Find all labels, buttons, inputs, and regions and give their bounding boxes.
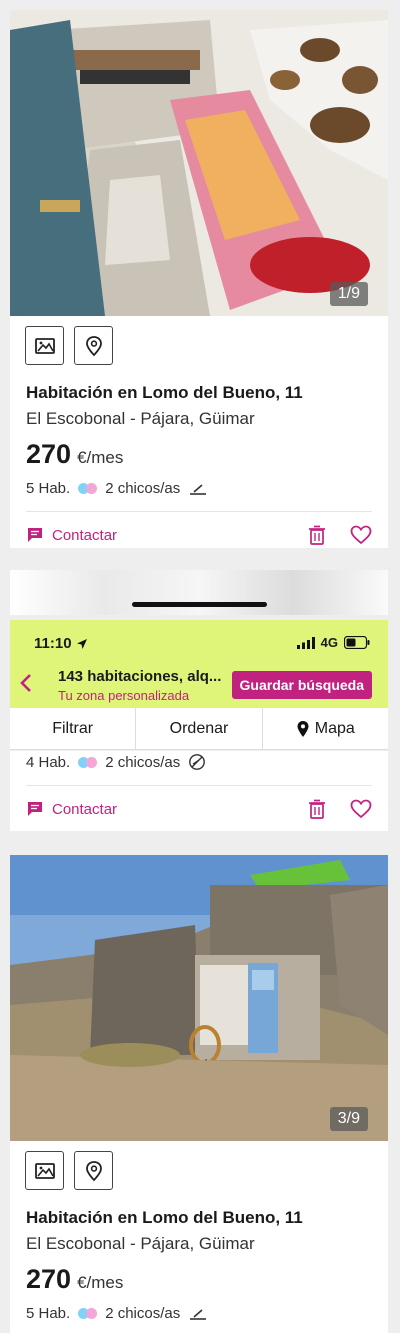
outdoor-photo xyxy=(10,855,388,1141)
back-chevron-icon[interactable] xyxy=(18,672,34,694)
photo-counter: 1/9 xyxy=(329,282,368,306)
location-pin-icon xyxy=(85,1160,102,1181)
signal-icon xyxy=(296,636,315,649)
trash-icon[interactable] xyxy=(308,799,326,819)
listing-card[interactable]: 1/9 Habitación en Lomo del Bueno, 11 El … xyxy=(10,10,388,548)
gender-label: 2 chicos/as xyxy=(105,480,181,497)
card-actions: Contactar xyxy=(10,514,388,556)
filter-label: Filtrar xyxy=(52,719,94,737)
rooms-count: 5 Hab. xyxy=(26,480,71,497)
contact-label: Contactar xyxy=(52,800,118,818)
listing-title[interactable]: Habitación en Lomo del Bueno, 11 xyxy=(10,1190,388,1228)
chat-icon xyxy=(28,802,42,816)
rooms-count: 4 Hab. xyxy=(26,753,71,771)
listing-meta: 5 Hab. 2 chicos/as xyxy=(10,1295,388,1322)
photo-counter: 3/9 xyxy=(329,1107,368,1131)
gender-label: 2 chicos/as xyxy=(105,753,181,771)
card-actions: Contactar xyxy=(10,788,388,830)
filter-toolbar: Filtrar Ordenar Mapa xyxy=(10,708,388,750)
gender-dots-icon xyxy=(78,756,98,768)
network-label: 4G xyxy=(320,635,338,650)
sort-label: Ordenar xyxy=(169,719,229,737)
map-label: Mapa xyxy=(314,719,355,737)
location-arrow-icon xyxy=(76,638,87,649)
listing-location: El Escobonal - Pájara, Güimar xyxy=(26,409,255,428)
photos-button[interactable] xyxy=(25,1151,64,1190)
divider xyxy=(26,785,372,786)
contact-button[interactable]: Contactar xyxy=(26,526,117,544)
image-icon xyxy=(34,1162,55,1179)
room-photo xyxy=(10,10,388,316)
rooms-count: 5 Hab. xyxy=(26,1305,71,1322)
map-pin-icon xyxy=(297,720,309,737)
map-location-button[interactable] xyxy=(74,326,113,365)
sort-button[interactable]: Ordenar xyxy=(136,708,263,749)
listing-photo[interactable]: 3/9 xyxy=(10,855,388,1141)
gender-dots-icon xyxy=(78,483,98,494)
listing-location: El Escobonal - Pájara, Güimar xyxy=(26,1234,255,1253)
listing-card-partial[interactable]: 4 Hab. 2 chicos/as Contactar xyxy=(10,751,388,831)
price-amount: 270 xyxy=(26,439,72,469)
contact-button[interactable]: Contactar xyxy=(26,800,117,818)
price-unit: €/mes xyxy=(77,1273,124,1292)
location-pin-icon xyxy=(85,335,102,356)
search-header: 11:10 4G 143 habitaciones, alq... Tu zon… xyxy=(10,620,388,708)
battery-icon xyxy=(344,636,370,649)
favorite-heart-icon[interactable] xyxy=(350,525,372,545)
trash-icon[interactable] xyxy=(308,525,326,545)
listing-card-photo-strip xyxy=(10,570,388,615)
price-amount: 270 xyxy=(26,1264,72,1294)
divider xyxy=(26,511,372,512)
photos-button[interactable] xyxy=(25,326,64,365)
gender-label: 2 chicos/as xyxy=(105,1305,181,1322)
map-location-button[interactable] xyxy=(74,1151,113,1190)
listing-page: 1/9 Habitación en Lomo del Bueno, 11 El … xyxy=(0,0,400,1333)
listing-meta: 4 Hab. 2 chicos/as xyxy=(10,751,388,771)
image-icon xyxy=(34,337,55,354)
no-smoking-icon xyxy=(189,754,206,770)
listing-photo[interactable]: 1/9 xyxy=(10,10,388,316)
search-zone-subtitle[interactable]: Tu zona personalizada xyxy=(58,688,189,703)
smoking-allowed-icon xyxy=(190,1308,207,1320)
gender-dots-icon xyxy=(78,1308,98,1319)
listing-meta: 5 Hab. 2 chicos/as xyxy=(10,470,388,497)
chat-icon xyxy=(28,528,42,542)
smoking-allowed-icon xyxy=(190,483,207,495)
listing-price: 270 €/mes xyxy=(10,1254,388,1295)
time-text: 11:10 xyxy=(34,635,72,652)
contact-label: Contactar xyxy=(52,526,118,544)
listing-price: 270 €/mes xyxy=(10,429,388,470)
save-search-button[interactable]: Guardar búsqueda xyxy=(231,671,372,699)
search-results-title: 143 habitaciones, alq... xyxy=(58,668,222,685)
status-time: 11:10 xyxy=(34,635,88,652)
listing-title[interactable]: Habitación en Lomo del Bueno, 11 xyxy=(10,365,388,403)
status-icons: 4G xyxy=(296,635,370,650)
listing-card[interactable]: 3/9 Habitación en Lomo del Bueno, 11 El … xyxy=(10,855,388,1333)
price-unit: €/mes xyxy=(77,448,124,467)
map-button[interactable]: Mapa xyxy=(263,708,388,749)
favorite-heart-icon[interactable] xyxy=(350,799,372,819)
home-indicator xyxy=(132,602,267,607)
filter-button[interactable]: Filtrar xyxy=(10,708,137,749)
